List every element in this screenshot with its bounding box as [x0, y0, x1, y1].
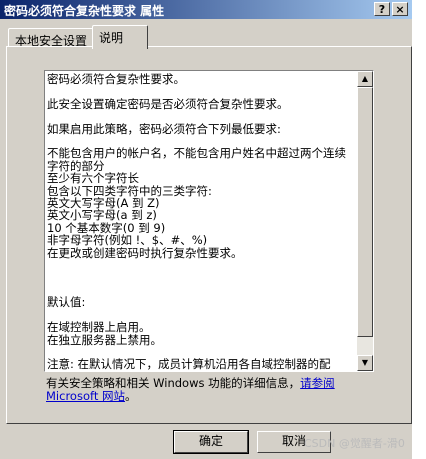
explain-textbox[interactable]: 密码必须符合复杂性要求。 此安全设置确定密码是否必须符合复杂性要求。 如果启用此… [44, 70, 374, 372]
window-title: 密码必须符合复杂性要求 属性 [4, 4, 165, 18]
arrow-up-icon: ▲ [361, 74, 369, 83]
arrow-down-icon: ▼ [361, 358, 369, 367]
tab-explain[interactable]: 说明 [92, 25, 148, 49]
more-info-text: 有关安全策略和相关 Windows 功能的详细信息，请参阅 Microsoft … [46, 377, 376, 403]
tab-label: 说明 [99, 31, 124, 45]
vertical-scrollbar[interactable]: ▲ ▼ [357, 71, 373, 371]
title-bar[interactable]: 密码必须符合复杂性要求 属性 ? × [0, 0, 412, 19]
scroll-thumb[interactable] [357, 87, 373, 337]
explain-text: 密码必须符合复杂性要求。 此安全设置确定密码是否必须符合复杂性要求。 如果启用此… [47, 72, 346, 372]
ok-button[interactable]: 确定 [173, 430, 249, 454]
properties-dialog: 密码必须符合复杂性要求 属性 ? × 本地安全设置 说明 密码必须符合复杂性要求… [0, 0, 412, 459]
more-info-period: 。 [125, 389, 137, 403]
watermark: CSDN @觉醒者-滑0 [304, 437, 405, 450]
more-info-label: 有关安全策略和相关 Windows 功能的详细信息， [46, 376, 301, 390]
help-button[interactable]: ? [374, 2, 390, 16]
scroll-up-button[interactable]: ▲ [357, 71, 373, 87]
close-button[interactable]: × [392, 2, 408, 16]
background-window-edge [412, 0, 426, 459]
tab-local-security-setting[interactable]: 本地安全设置 [8, 28, 94, 48]
scroll-down-button[interactable]: ▼ [357, 355, 373, 371]
